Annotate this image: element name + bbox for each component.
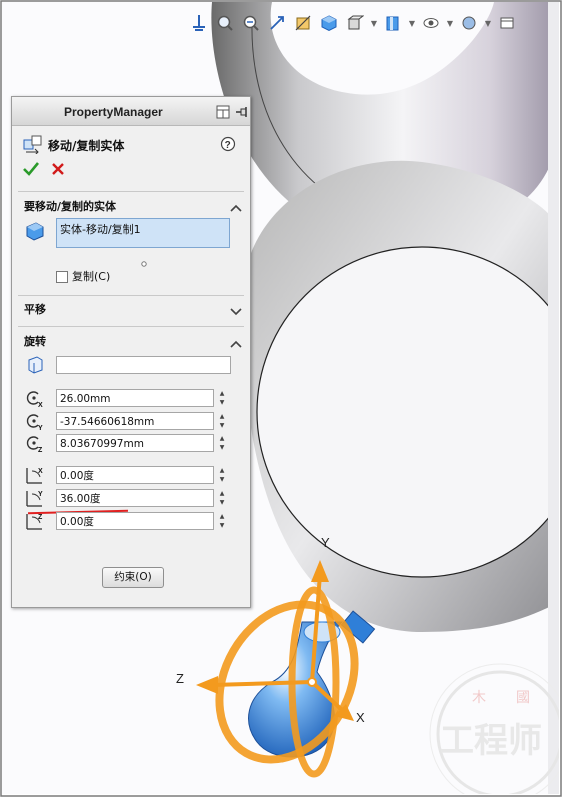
bodies-selection-list[interactable]: 实体-移动/复制1 — [56, 218, 230, 248]
svg-text:Y: Y — [38, 425, 43, 431]
view-orientation-cube-icon[interactable] — [318, 12, 340, 34]
previous-view-icon[interactable] — [266, 12, 288, 34]
display-style-icon[interactable] — [344, 12, 366, 34]
angle-y-icon: Y — [24, 488, 46, 508]
property-manager-panel: PropertyManager 移动/复制实体 ? 要移动/复制的实体 实体-移… — [11, 96, 251, 608]
axis-z-label: Z — [176, 671, 184, 686]
divider-1 — [18, 191, 244, 192]
angle-y-spinner[interactable]: ▲ ▼ — [217, 489, 227, 507]
copy-checkbox[interactable] — [56, 268, 68, 283]
angle-x-icon: X — [24, 465, 46, 485]
svg-text:?: ? — [225, 140, 231, 151]
svg-text:X: X — [38, 402, 43, 408]
divider-2 — [18, 295, 244, 296]
watermark-mark: 木 — [472, 690, 486, 706]
section-view-icon[interactable] — [292, 12, 314, 34]
question-icon[interactable]: ? — [220, 136, 236, 152]
rotate-section-title[interactable]: 旋转 — [24, 333, 46, 349]
hide-show-items-icon[interactable] — [382, 12, 404, 34]
svg-text:Z: Z — [38, 514, 43, 521]
watermark-text: 工程师 — [440, 721, 542, 761]
bodies-section-title: 要移动/复制的实体 — [24, 200, 117, 213]
angle-x-spinner[interactable]: ▲ ▼ — [217, 466, 227, 484]
chevron-down-icon[interactable] — [230, 302, 242, 321]
view-settings-icon[interactable] — [496, 12, 518, 34]
chevron-up-icon-2[interactable] — [230, 334, 242, 353]
heads-up-toolbar: ▼ ▼ ▼ ▼ — [188, 8, 518, 38]
origin-x-spinner[interactable]: ▲ ▼ — [217, 389, 227, 407]
watermark-stamp: 國 — [516, 690, 530, 706]
constraints-button[interactable]: 约束(O) — [102, 567, 164, 588]
solid-body-icon — [24, 221, 46, 241]
dropdown-arrow-icon[interactable]: ▼ — [370, 19, 378, 28]
edit-appearance-icon[interactable] — [420, 12, 442, 34]
panel-title: PropertyManager — [64, 105, 163, 119]
apply-scene-icon[interactable] — [458, 12, 480, 34]
svg-text:Y: Y — [38, 491, 43, 498]
copy-checkbox-label[interactable]: 复制(C) — [72, 268, 110, 284]
view-orient-icon[interactable] — [188, 12, 210, 34]
pin-icon[interactable] — [235, 104, 249, 123]
move-copy-feature-icon — [22, 134, 46, 156]
list-resize-handle[interactable] — [141, 252, 147, 267]
origin-y-spinner[interactable]: ▲ ▼ — [217, 412, 227, 430]
dropdown-arrow-icon-4[interactable]: ▼ — [484, 19, 492, 28]
origin-x-field[interactable]: 26.00mm — [56, 389, 214, 407]
axis-z-arrow[interactable] — [196, 676, 218, 694]
angle-z-field[interactable]: 0.00度 — [56, 512, 214, 530]
check-icon[interactable] — [22, 160, 40, 178]
feature-name: 移动/复制实体 — [48, 139, 125, 153]
rotation-reference-icon — [24, 355, 46, 375]
angle-x-field[interactable]: 0.00度 — [56, 466, 214, 484]
origin-y-field[interactable]: -37.54660618mm — [56, 412, 214, 430]
zoom-fit-icon[interactable] — [214, 12, 236, 34]
origin-z-field[interactable]: 8.03670997mm — [56, 434, 214, 452]
divider-3 — [18, 326, 244, 327]
panel-split-icon[interactable] — [216, 104, 230, 123]
dropdown-arrow-icon-2[interactable]: ▼ — [408, 19, 416, 28]
chevron-up-icon[interactable] — [230, 198, 242, 217]
svg-text:X: X — [38, 468, 43, 475]
angle-z-spinner[interactable]: ▲ ▼ — [217, 512, 227, 530]
triad-origin[interactable] — [307, 677, 317, 687]
origin-z-spinner[interactable]: ▲ ▼ — [217, 434, 227, 452]
svg-text:Z: Z — [38, 447, 43, 453]
selected-body-item[interactable]: 实体-移动/复制1 — [60, 223, 141, 236]
rotate-origin-y-icon: Y — [24, 411, 46, 432]
dropdown-arrow-icon-3[interactable]: ▼ — [446, 19, 454, 28]
rotate-origin-x-icon: X — [24, 388, 46, 409]
x-icon[interactable] — [50, 161, 66, 177]
zoom-area-icon[interactable] — [240, 12, 262, 34]
axis-x-label: X — [356, 710, 365, 725]
translate-section-title[interactable]: 平移 — [24, 301, 46, 317]
angle-y-field[interactable]: 36.00度 — [56, 489, 214, 507]
angle-z-icon: Z — [24, 511, 46, 531]
watermark: 木 國 工程师 — [428, 662, 559, 794]
panel-header: PropertyManager — [12, 97, 250, 126]
axis-y-label: Y — [321, 535, 330, 550]
rotate-origin-z-icon: Z — [24, 433, 46, 454]
rotation-reference-field[interactable] — [56, 356, 231, 374]
